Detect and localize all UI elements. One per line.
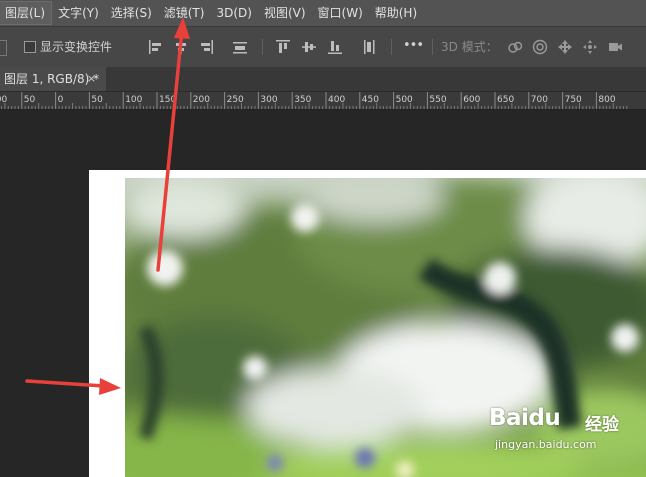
baidu-jingyan-watermark: Baidu 经验 jingyan.baidu.com [489, 405, 639, 465]
separator [262, 39, 263, 55]
ruler-label: 0 [58, 95, 64, 105]
3d-orbit-icon[interactable] [506, 38, 524, 56]
ruler-label: 100 [0, 95, 7, 105]
menu-3d[interactable]: 3D(D) [210, 2, 257, 24]
auto-select-dropdown-icon[interactable] [0, 40, 7, 56]
separator [432, 39, 433, 55]
show-transform-checkbox[interactable] [24, 41, 36, 53]
separator [391, 39, 392, 55]
baidu-logo: Baidu [489, 405, 561, 431]
align-right-icon[interactable] [197, 38, 215, 56]
document-tab-bar: 图层 1, RGB/8) * × [0, 67, 646, 92]
menu-type[interactable]: 文字(Y) [52, 2, 105, 24]
3d-mode-label: 3D 模式： [441, 40, 498, 54]
document-tab[interactable]: 图层 1, RGB/8) * × [0, 67, 106, 91]
3d-camera-icon[interactable] [606, 38, 624, 56]
3d-pan-icon[interactable] [556, 38, 574, 56]
align-vertical-center-icon[interactable] [300, 38, 318, 56]
distribute-vertical-icon[interactable] [360, 38, 378, 56]
3d-slide-icon[interactable] [581, 38, 599, 56]
menu-filter[interactable]: 滤镜(T) [158, 2, 211, 24]
watermark-url: jingyan.baidu.com [495, 438, 597, 451]
ruler-label: 50 [91, 95, 103, 105]
more-options-button[interactable]: ••• [403, 38, 424, 53]
align-horizontal-center-icon[interactable] [172, 38, 190, 56]
3d-roll-icon[interactable] [531, 38, 549, 56]
horizontal-ruler[interactable]: 1005005010015020025030035040045050055060… [0, 92, 646, 110]
show-transform-label: 显示变换控件 [40, 40, 113, 54]
align-left-icon[interactable] [147, 38, 165, 56]
document-tab-title: 图层 1, RGB/8) * [4, 72, 100, 86]
jingyan-label: 经验 [585, 415, 619, 435]
close-icon[interactable]: × [87, 67, 96, 91]
menu-layer[interactable]: 图层(L) [0, 1, 53, 25]
menu-bar: 图层(L) 文字(Y) 选择(S) 滤镜(T) 3D(D) 视图(V) 窗口(W… [0, 0, 646, 26]
menu-view[interactable]: 视图(V) [258, 2, 312, 24]
menu-window[interactable]: 窗口(W) [312, 2, 369, 24]
ruler-ticks: 1005005010015020025030035040045050055060… [0, 92, 628, 109]
options-bar: 显示变换控件 ••• 3D 模式： [0, 26, 646, 68]
distribute-icon[interactable] [231, 38, 249, 56]
align-bottom-icon[interactable] [326, 38, 344, 56]
ruler-label: 50 [24, 95, 36, 105]
menu-help[interactable]: 帮助(H) [369, 2, 423, 24]
menu-select[interactable]: 选择(S) [105, 2, 158, 24]
align-top-icon[interactable] [274, 38, 292, 56]
